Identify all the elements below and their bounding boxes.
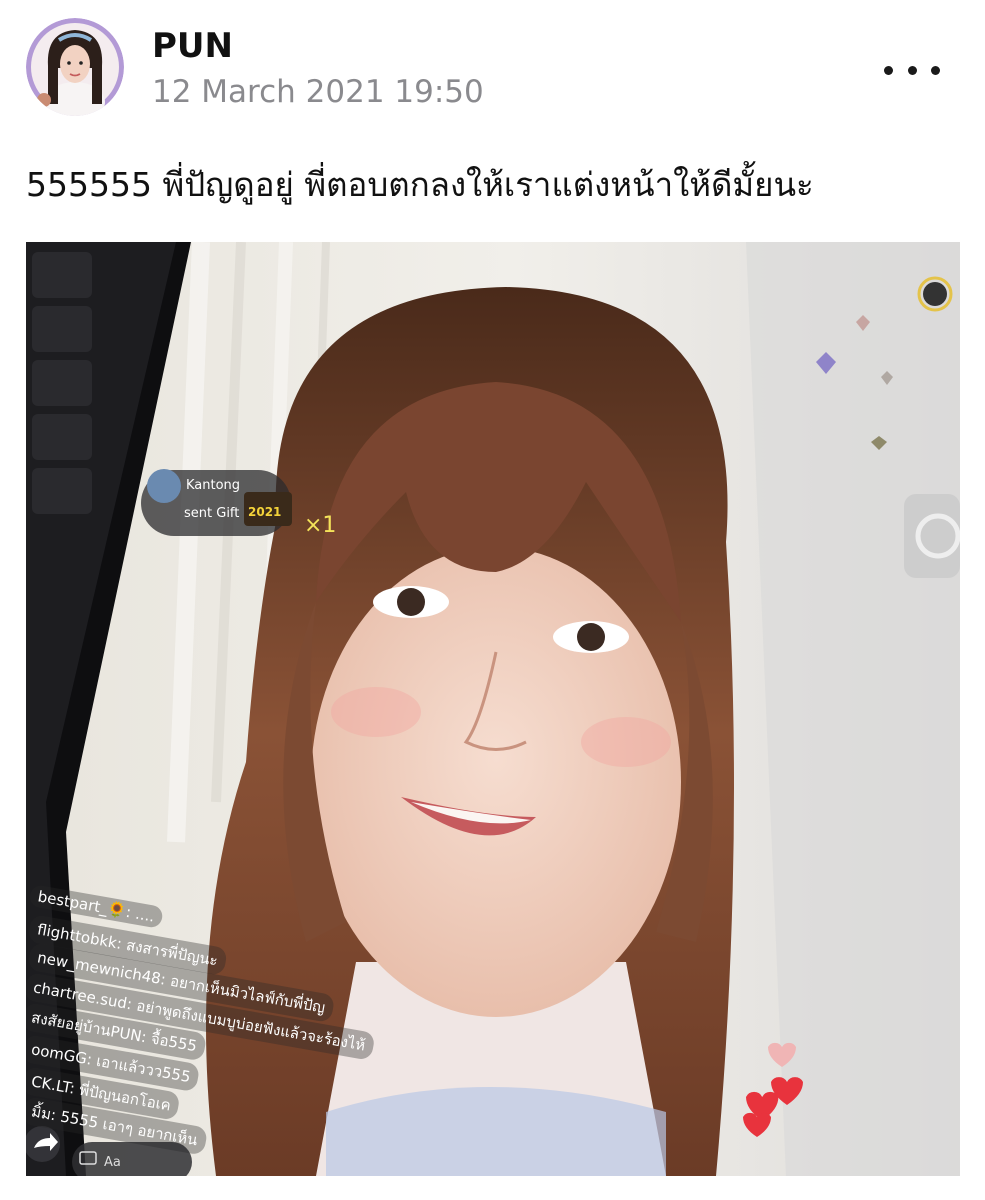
avatar[interactable] <box>26 18 124 116</box>
post-photo[interactable]: Kantong sent Gift 2021 ×1 bestpart_🌻: ..… <box>26 242 960 1176</box>
author-name[interactable]: PUN <box>152 26 233 66</box>
chat-input-placeholder[interactable]: Aa <box>104 1155 121 1170</box>
gift-multiplier: ×1 <box>304 513 337 538</box>
gift-badge: 2021 <box>248 505 282 519</box>
gift-action: sent Gift <box>184 506 240 521</box>
more-dot-icon <box>907 65 917 75</box>
gift-sender: Kantong <box>186 478 241 493</box>
livestream-overlay: Kantong sent Gift 2021 ×1 bestpart_🌻: ..… <box>26 242 960 1176</box>
post-timestamp: 12 March 2021 19:50 <box>152 74 484 110</box>
more-options-button[interactable] <box>884 52 940 88</box>
more-dot-icon <box>931 65 940 75</box>
more-dot-icon <box>884 65 893 75</box>
post-caption: 555555 พี่ปัญดูอยู่ พี่ตอบตกลงให้เราแต่ง… <box>26 165 814 204</box>
post-header: PUN 12 March 2021 19:50 <box>0 0 985 140</box>
